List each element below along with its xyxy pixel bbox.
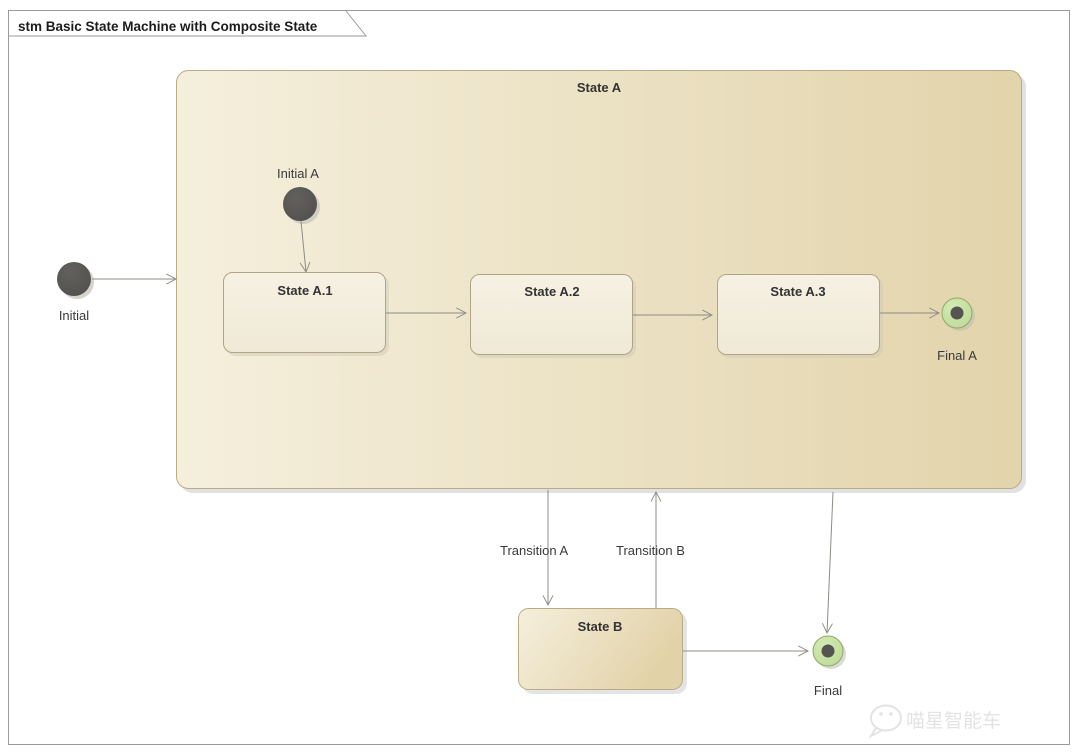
state-b-title: State B xyxy=(578,619,623,634)
composite-state-a-title: State A xyxy=(577,80,622,95)
initial-label: Initial xyxy=(59,308,89,323)
state-a2[interactable]: State A.2 xyxy=(470,274,637,359)
transition-a-label: Transition A xyxy=(500,543,568,558)
final-label: Final xyxy=(814,683,842,698)
watermark-label: 喵星智能车 xyxy=(906,710,1001,732)
state-a1[interactable]: State A.1 xyxy=(223,272,390,357)
final-a-label: Final A xyxy=(937,348,977,363)
state-a1-title: State A.1 xyxy=(277,283,332,298)
uml-state-machine-diagram: stm Basic State Machine with Composite S… xyxy=(8,10,1070,745)
frame-title-label: stm Basic State Machine with Composite S… xyxy=(18,19,318,34)
state-a2-title: State A.2 xyxy=(524,284,579,299)
state-a3[interactable]: State A.3 xyxy=(717,274,884,359)
state-b[interactable]: State B xyxy=(518,608,688,695)
state-a3-title: State A.3 xyxy=(770,284,825,299)
diagram-canvas: stm Basic State Machine with Composite S… xyxy=(0,0,1080,755)
transition-b-label: Transition B xyxy=(616,543,685,558)
initial-a-label: Initial A xyxy=(277,166,319,181)
